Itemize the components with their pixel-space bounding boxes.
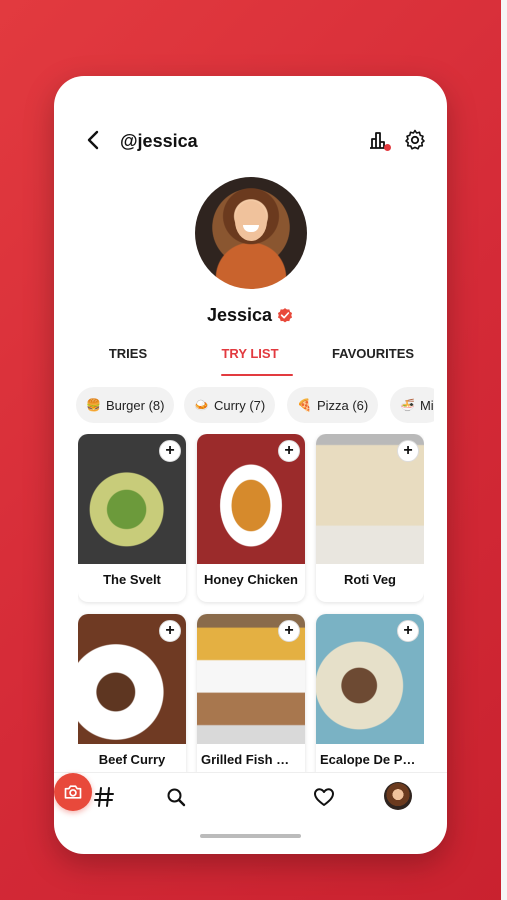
chip-mi[interactable]: 🍜 Mi	[390, 387, 434, 423]
phone-screen: @jessica Jessica TRIES TRY LIST FAVOURIT…	[54, 76, 447, 854]
food-card-title: Honey Chicken	[204, 572, 298, 587]
chip-label: Pizza (6)	[316, 397, 369, 413]
food-card-title: The Svelt	[103, 572, 161, 587]
tab-tries[interactable]: TRIES	[68, 346, 188, 361]
profile-avatar-nav[interactable]	[384, 782, 412, 810]
chip-pizza[interactable]: 🍕 Pizza (6)	[287, 387, 379, 423]
category-chips: 🍔 Burger (8) 🍛 Curry (7) 🍕 Pizza (6) 🍜 M…	[76, 387, 434, 425]
food-card-title: Roti Veg	[343, 572, 396, 587]
food-card-title: Grilled Fish Wit...	[201, 752, 305, 767]
try-list-grid: + The Svelt + Honey Chicken + Roti Veg +…	[78, 434, 424, 774]
food-card[interactable]: + The Svelt	[78, 434, 186, 602]
top-bar: @jessica	[54, 126, 447, 158]
profile-tabs: TRIES TRY LIST FAVOURITES	[54, 342, 447, 378]
curry-icon: 🍛	[194, 398, 209, 412]
bottom-navigation	[54, 772, 447, 824]
chip-curry[interactable]: 🍛 Curry (7)	[184, 387, 276, 423]
food-card-title: Ecalope De Po...	[320, 752, 422, 767]
heart-icon[interactable]	[312, 785, 336, 809]
food-card[interactable]: + Beef Curry	[78, 614, 186, 774]
burger-icon: 🍔	[86, 398, 101, 412]
chip-label: Curry (7)	[213, 397, 266, 413]
profile-avatar	[195, 177, 307, 289]
back-arrow-icon[interactable]	[82, 128, 106, 152]
add-icon[interactable]: +	[278, 620, 300, 642]
food-card[interactable]: + Roti Veg	[316, 434, 424, 602]
verified-badge-icon	[277, 307, 293, 322]
avatar-face	[235, 201, 267, 241]
search-icon[interactable]	[164, 785, 188, 809]
chip-burger[interactable]: 🍔 Burger (8)	[76, 387, 175, 423]
tab-try-list[interactable]: TRY LIST	[190, 346, 310, 361]
profile-username: @jessica	[120, 131, 198, 151]
food-card[interactable]: + Grilled Fish Wit...	[197, 614, 305, 774]
add-icon[interactable]: +	[159, 620, 181, 642]
bar-chart-icon[interactable]	[367, 128, 391, 152]
chip-label: Burger (8)	[105, 397, 165, 413]
add-icon[interactable]: +	[397, 440, 419, 462]
display-name-row: Jessica	[54, 305, 447, 326]
add-icon[interactable]: +	[397, 620, 419, 642]
home-indicator	[200, 834, 301, 838]
add-icon[interactable]: +	[159, 440, 181, 462]
active-tab-indicator	[221, 374, 293, 376]
pizza-icon: 🍕	[297, 398, 312, 412]
background-edge	[501, 0, 507, 900]
food-card[interactable]: + Ecalope De Po...	[316, 614, 424, 774]
add-icon[interactable]: +	[278, 440, 300, 462]
food-card-title: Beef Curry	[98, 752, 166, 767]
hashtag-icon[interactable]	[92, 785, 116, 809]
gear-icon[interactable]	[403, 128, 427, 152]
tab-favourites[interactable]: FAVOURITES	[313, 346, 433, 361]
noodles-icon: 🍜	[400, 398, 415, 412]
display-name: Jessica	[206, 305, 273, 325]
notification-dot	[384, 144, 391, 151]
chip-label: Mi	[419, 397, 434, 413]
camera-icon[interactable]	[54, 773, 92, 811]
food-card[interactable]: + Honey Chicken	[197, 434, 305, 602]
